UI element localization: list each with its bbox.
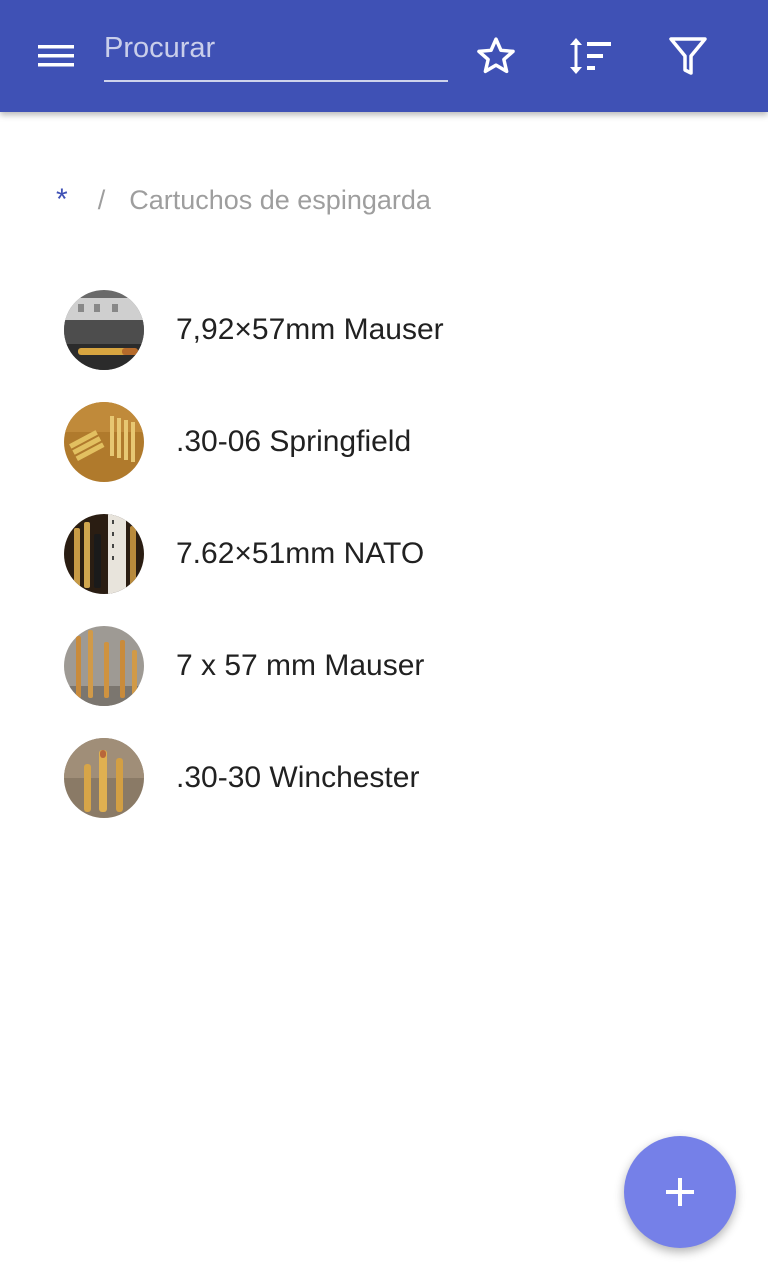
cartridge-thumbnail [64,402,144,482]
add-button[interactable] [624,1136,736,1248]
cartridge-thumbnail [64,738,144,818]
search-field [104,24,448,82]
item-label: 7,92×57mm Mauser [176,313,444,346]
item-label: 7.62×51mm NATO [176,537,425,570]
star-outline-icon [477,37,515,74]
list-item[interactable]: 7,92×57mm Mauser [0,274,768,386]
sort-button[interactable] [563,28,619,84]
cartridge-list: 7,92×57mm Mauser .30-06 Springfield 7.62… [0,274,768,834]
app-bar [0,0,768,112]
cartridge-thumbnail [64,626,144,706]
search-input[interactable] [104,24,448,80]
item-label: .30-30 Winchester [176,761,420,794]
breadcrumb-separator: / [97,184,106,215]
item-label: .30-06 Springfield [176,425,412,458]
item-label: 7 x 57 mm Mauser [176,649,425,682]
filter-icon [669,37,707,75]
cartridge-thumbnail [64,514,144,594]
menu-button[interactable] [28,32,84,80]
filter-button[interactable] [660,28,716,84]
cartridge-thumbnail [64,290,144,370]
breadcrumb: * / Cartuchos de espingarda [56,180,431,220]
breadcrumb-root-link[interactable]: * [56,183,68,217]
list-item[interactable]: .30-06 Springfield [0,386,768,498]
list-item[interactable]: 7 x 57 mm Mauser [0,610,768,722]
favorites-button[interactable] [468,28,524,84]
list-item[interactable]: .30-30 Winchester [0,722,768,834]
hamburger-menu-icon [38,45,74,67]
breadcrumb-current: Cartuchos de espingarda [129,184,431,215]
list-item[interactable]: 7.62×51mm NATO [0,498,768,610]
plus-icon [666,1178,694,1206]
sort-icon [570,38,611,74]
